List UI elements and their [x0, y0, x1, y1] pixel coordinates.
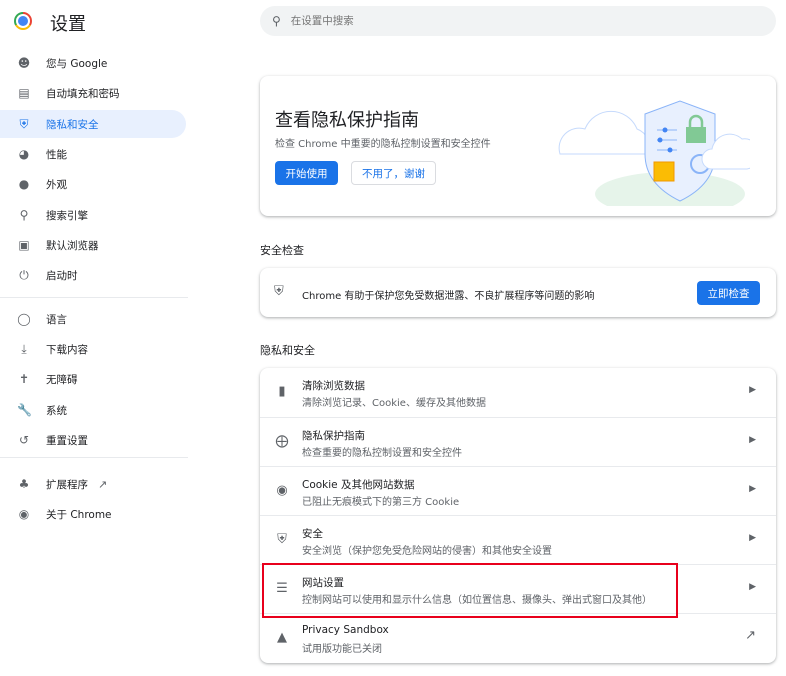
- sidebar-divider: [0, 297, 188, 298]
- start-button[interactable]: 开始使用: [275, 161, 338, 185]
- sidebar-item[interactable]: ⤓ 下载内容: [0, 335, 186, 363]
- chevron-right-icon: ▶: [749, 533, 756, 543]
- speedometer-icon: ◕: [18, 147, 30, 161]
- sidebar-item[interactable]: ▣ 默认浏览器: [0, 231, 186, 259]
- sidebar-item-label: 您与 Google: [46, 57, 108, 70]
- chrome-icon: ◉: [18, 507, 30, 521]
- row-description: 试用版功能已关闭: [302, 644, 382, 655]
- privacy-heading: 隐私和安全: [260, 344, 315, 357]
- sidebar-item[interactable]: 🔧 系统: [0, 396, 186, 424]
- search-bar[interactable]: ⚲: [260, 6, 776, 36]
- sidebar-item[interactable]: ⏻ 启动时: [0, 261, 186, 289]
- sidebar-item-label: 关于 Chrome: [46, 508, 112, 521]
- sidebar-item[interactable]: ● 外观: [0, 170, 186, 198]
- row-title: Cookie 及其他网站数据: [302, 479, 415, 491]
- sidebar-item[interactable]: ◯ 语言: [0, 305, 186, 333]
- globe-icon: ◯: [17, 312, 31, 326]
- sidebar-item-label: 搜索引擎: [46, 209, 88, 222]
- privacy-settings-list: ▮ 清除浏览数据清除浏览记录、Cookie、缓存及其他数据 ▶ ⨁ 隐私保护指南检查重要…: [260, 368, 776, 663]
- sidebar-item-label: 重置设置: [46, 434, 88, 447]
- check-now-button[interactable]: 立即检查: [697, 281, 760, 305]
- sidebar-item-label: 自动填充和密码: [46, 87, 120, 100]
- external-link-icon: ↗: [98, 477, 108, 491]
- sidebar-item-label: 性能: [46, 148, 67, 161]
- search-input[interactable]: [290, 15, 691, 27]
- puzzle-icon: ♣: [18, 477, 30, 491]
- settings-row[interactable]: ⨁ 隐私保护指南检查重要的隐私控制设置和安全控件 ▶: [260, 417, 776, 466]
- chrome-logo: [14, 12, 32, 30]
- wrench-icon: 🔧: [17, 403, 32, 417]
- safety-check-text: Chrome 有助于保护您免受数据泄露、不良扩展程序等问题的影响: [302, 291, 595, 302]
- sidebar-item[interactable]: ⚲ 搜索引擎: [0, 201, 186, 229]
- sidebar-item[interactable]: ◕ 性能: [0, 140, 186, 168]
- chevron-right-icon: ▶: [749, 385, 756, 395]
- sidebar-item-label: 默认浏览器: [46, 239, 99, 252]
- row-title: 安全: [302, 528, 323, 540]
- chevron-right-icon: ▶: [749, 435, 756, 445]
- history-icon: ↺: [18, 433, 30, 447]
- palette-icon: ●: [18, 177, 30, 191]
- settings-row[interactable]: ◉ Cookie 及其他网站数据已阻止无痕模式下的第三方 Cookie ▶: [260, 466, 776, 515]
- sidebar-item-label: 系统: [46, 404, 67, 417]
- trash-icon: ▮: [278, 384, 286, 399]
- privacy-guide-card: 查看隐私保护指南 检查 Chrome 中重要的隐私控制设置和安全控件 开始使用 …: [260, 76, 776, 216]
- sidebar-item-label: 隐私和安全: [46, 118, 99, 131]
- row-description: 检查重要的隐私控制设置和安全控件: [302, 448, 462, 459]
- sidebar-item-label: 扩展程序: [46, 478, 88, 491]
- dismiss-button[interactable]: 不用了，谢谢: [351, 161, 436, 185]
- chevron-right-icon: ▶: [749, 484, 756, 494]
- power-icon: ⏻: [19, 267, 29, 282]
- sidebar-divider: [0, 457, 188, 458]
- safety-check-heading: 安全检查: [260, 244, 304, 257]
- highlight-box: [262, 563, 678, 618]
- browser-icon: ▣: [18, 238, 30, 252]
- sidebar-item[interactable]: ⛨ 隐私和安全: [0, 110, 186, 138]
- sidebar-item-label: 下载内容: [46, 343, 88, 356]
- row-description: 已阻止无痕模式下的第三方 Cookie: [302, 497, 460, 508]
- shield-check-icon: ⛨: [274, 284, 284, 299]
- sidebar-item[interactable]: ✝ 无障碍: [0, 365, 186, 393]
- sidebar-item-label: 启动时: [46, 269, 78, 282]
- sidebar-item-label: 外观: [46, 178, 67, 191]
- external-link-icon[interactable]: ↗: [745, 628, 756, 643]
- flask-icon: ▲: [277, 630, 287, 645]
- guide-title: 查看隐私保护指南: [275, 110, 419, 131]
- shield-icon: ⛨: [277, 532, 287, 547]
- search-icon: ⚲: [272, 14, 281, 28]
- row-title: 清除浏览数据: [302, 380, 365, 392]
- sidebar-item-label: 无障碍: [46, 373, 78, 386]
- sidebar-item[interactable]: ♣ 扩展程序 ↗: [0, 470, 186, 498]
- sidebar-item[interactable]: ◉ 关于 Chrome: [0, 500, 186, 528]
- sidebar-item[interactable]: ☻ 您与 Google: [0, 49, 186, 77]
- sidebar-item-label: 语言: [46, 313, 67, 326]
- row-description: 安全浏览（保护您免受危险网站的侵害）和其他安全设置: [302, 546, 552, 557]
- guide-subtitle: 检查 Chrome 中重要的隐私控制设置和安全控件: [275, 139, 491, 150]
- row-title: Privacy Sandbox: [302, 624, 389, 636]
- settings-row[interactable]: ⛨ 安全安全浏览（保护您免受危险网站的侵害）和其他安全设置 ▶: [260, 515, 776, 564]
- sidebar-item[interactable]: ▤ 自动填充和密码: [0, 79, 186, 107]
- chevron-right-icon: ▶: [749, 582, 756, 592]
- safety-check-card: ⛨ Chrome 有助于保护您免受数据泄露、不良扩展程序等问题的影响 立即检查: [260, 268, 776, 317]
- row-title: 隐私保护指南: [302, 430, 365, 442]
- app-title: 设置: [50, 14, 86, 35]
- shield-icon: ⛨: [19, 116, 29, 131]
- row-description: 清除浏览记录、Cookie、缓存及其他数据: [302, 398, 486, 409]
- download-icon: ⤓: [21, 341, 27, 356]
- cookie-icon: ◉: [276, 483, 288, 498]
- privacy-guide-illustration: [558, 100, 750, 206]
- compass-icon: ⨁: [275, 434, 289, 449]
- settings-row[interactable]: ▲ Privacy Sandbox 试用版功能已关闭 ↗: [260, 613, 776, 662]
- accessibility-icon: ✝: [18, 372, 30, 386]
- search-icon: ⚲: [19, 208, 29, 222]
- person-icon: ☻: [17, 56, 31, 70]
- clipboard-icon: ▤: [18, 86, 30, 100]
- settings-row[interactable]: ▮ 清除浏览数据清除浏览记录、Cookie、缓存及其他数据 ▶: [260, 368, 776, 417]
- sidebar-item[interactable]: ↺ 重置设置: [0, 426, 186, 454]
